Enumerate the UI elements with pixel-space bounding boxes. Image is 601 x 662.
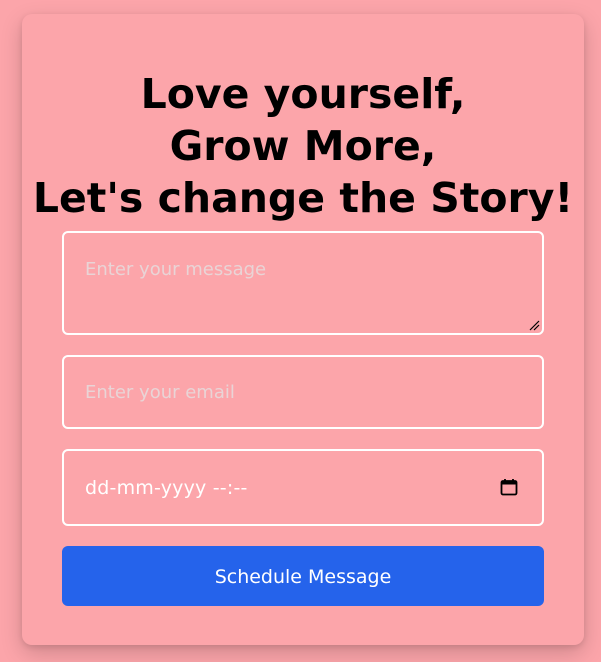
message-textarea[interactable]: Enter your message — [62, 231, 544, 335]
message-placeholder: Enter your message — [85, 259, 267, 280]
datetime-display: dd-mm-yyyy --:-- — [85, 477, 248, 499]
title-line-2: Grow More, — [169, 122, 437, 170]
page-title: Love yourself, Grow More, Let's change t… — [22, 68, 584, 224]
schedule-message-button[interactable]: Schedule Message — [62, 546, 544, 606]
title-line-1: Love yourself, — [140, 70, 466, 118]
resize-handle-icon[interactable] — [528, 319, 540, 331]
title-line-3: Let's change the Story! — [32, 174, 574, 222]
schedule-card: Love yourself, Grow More, Let's change t… — [22, 14, 584, 645]
datetime-input[interactable]: dd-mm-yyyy --:-- — [62, 449, 544, 526]
email-input[interactable]: Enter your email — [62, 355, 544, 429]
calendar-icon[interactable] — [500, 478, 518, 496]
email-placeholder: Enter your email — [85, 382, 235, 403]
